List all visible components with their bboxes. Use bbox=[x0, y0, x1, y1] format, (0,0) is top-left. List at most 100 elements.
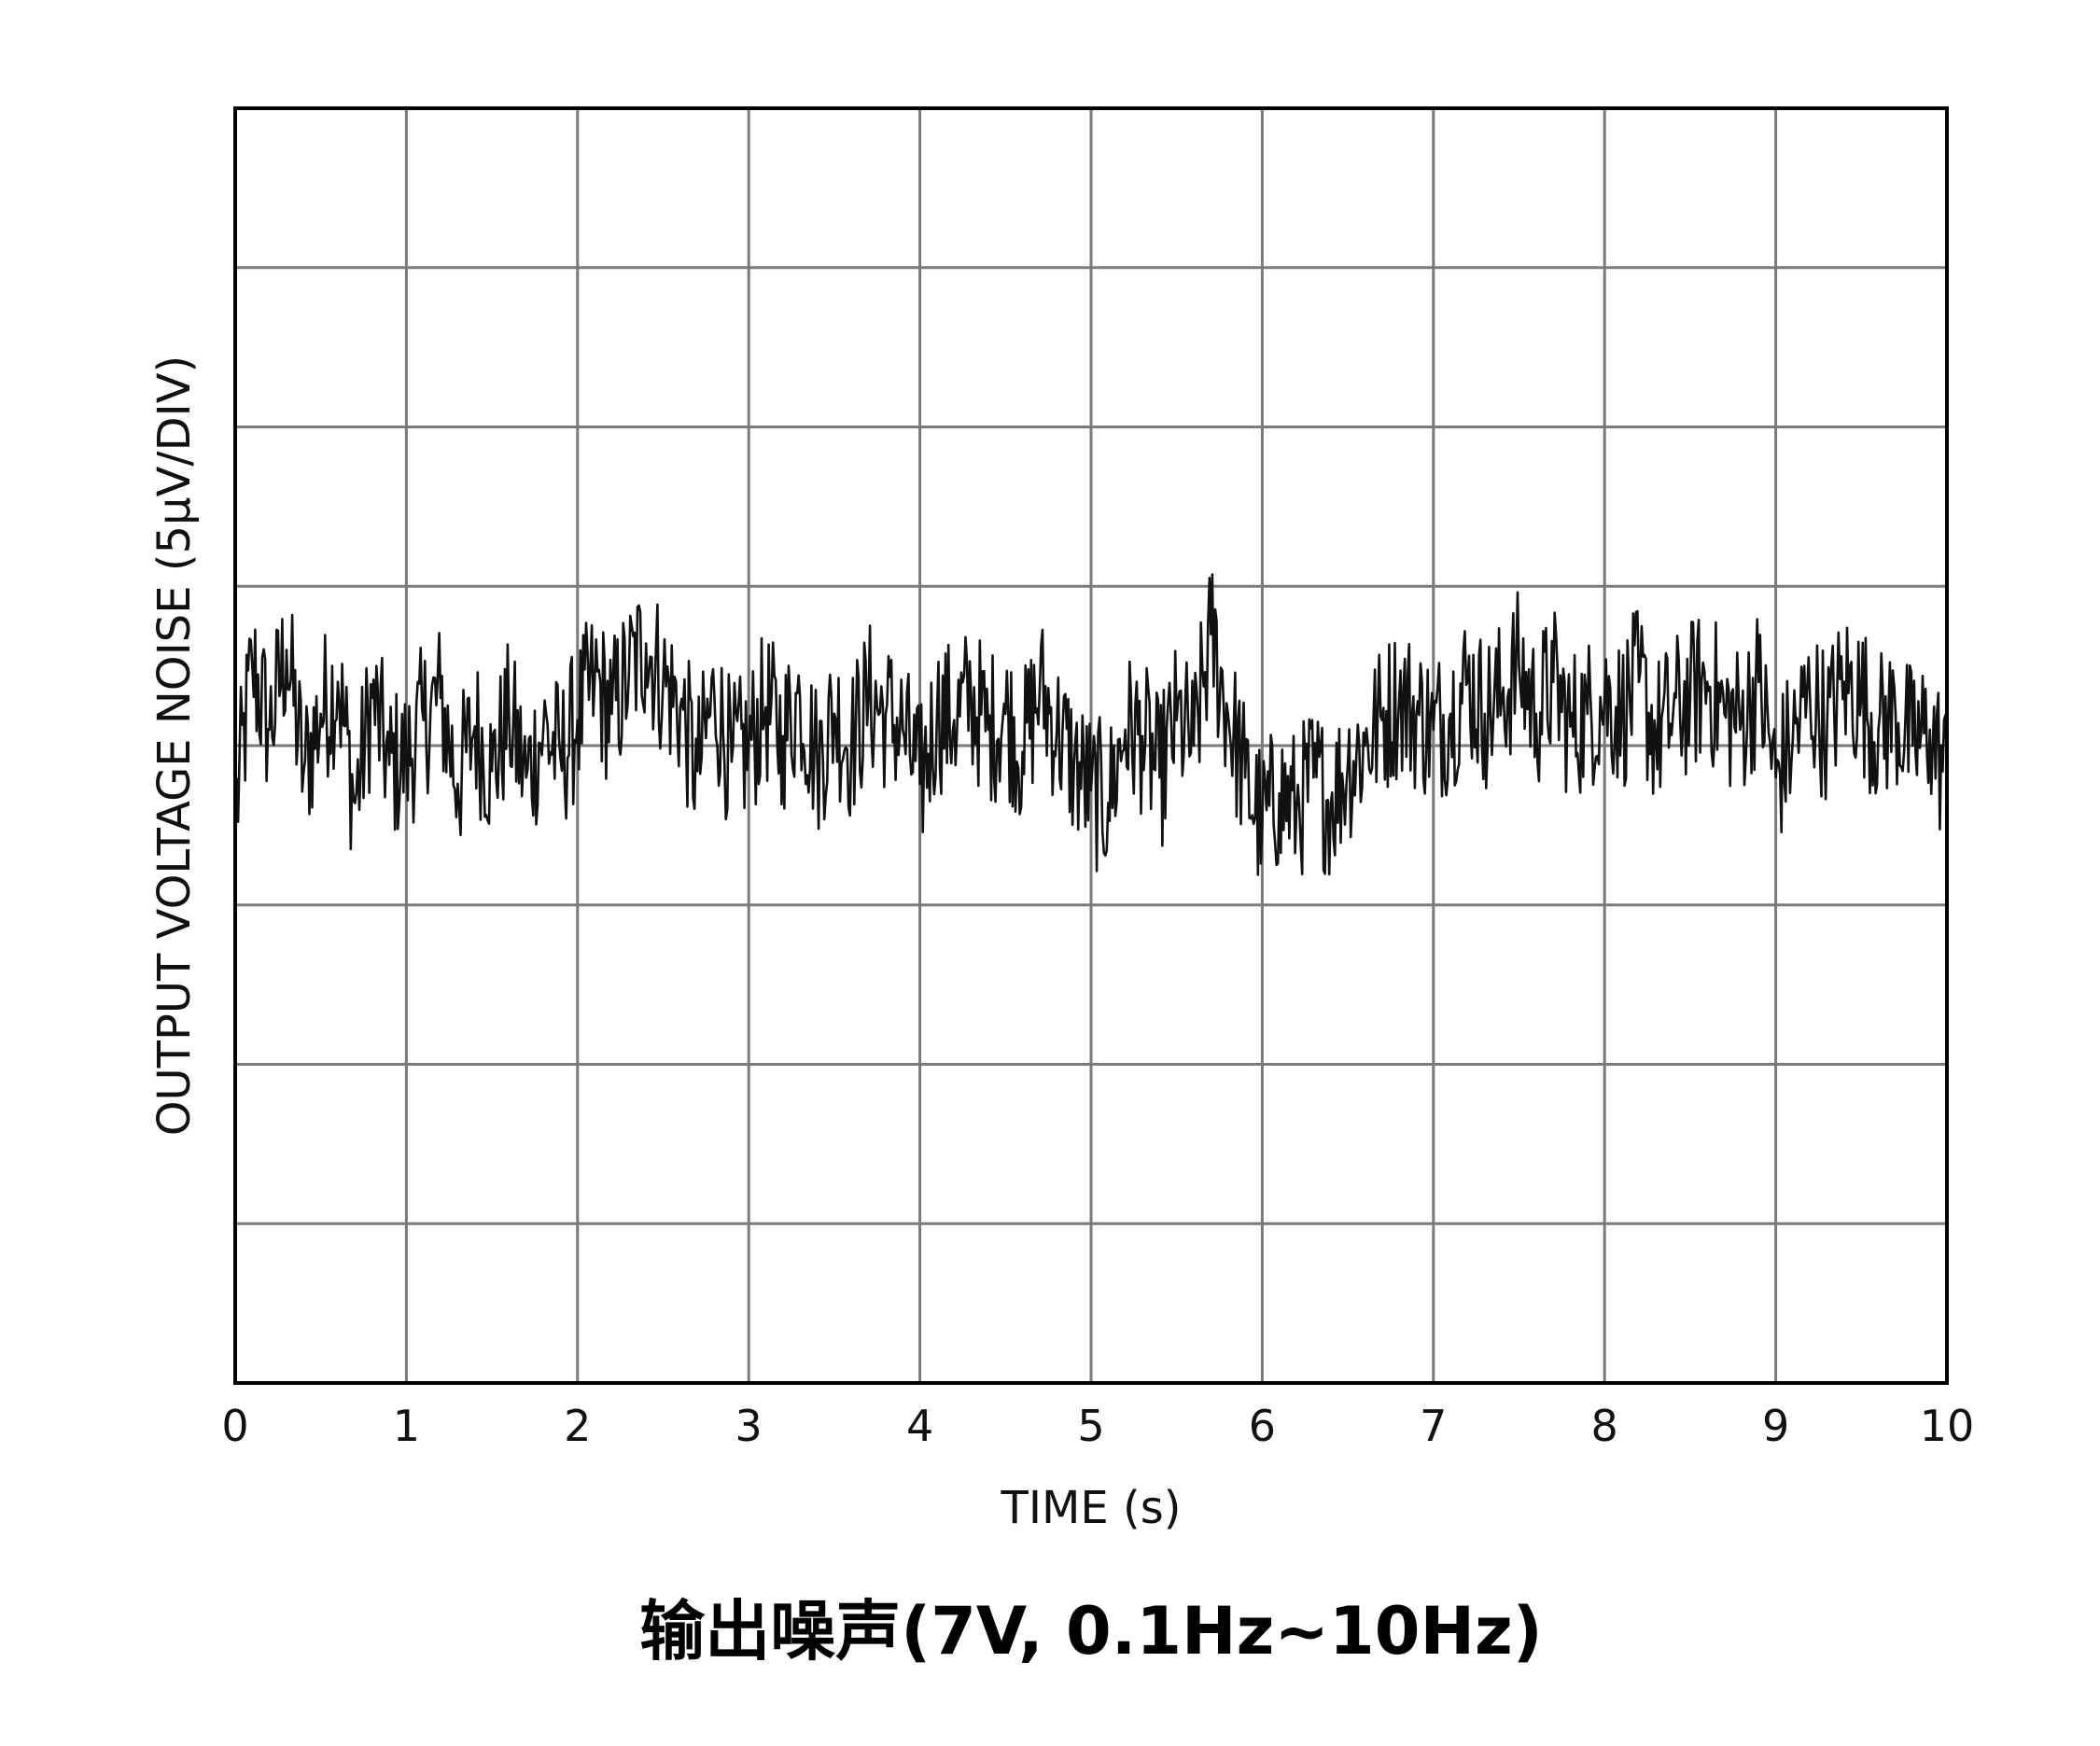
data-point bbox=[1620, 712, 1623, 716]
data-point bbox=[1346, 763, 1350, 766]
data-point bbox=[1654, 734, 1658, 738]
data-point bbox=[987, 728, 990, 732]
data-point bbox=[1380, 719, 1384, 721]
data-point bbox=[1877, 728, 1880, 732]
data-point bbox=[576, 719, 580, 721]
data-point bbox=[1518, 664, 1520, 667]
x-tick-label: 9 bbox=[1762, 1401, 1789, 1451]
data-point bbox=[1072, 763, 1075, 766]
noise-chart: 0 1 2 3 4 5 6 7 8 9 10 TIME (s) OUTPUT VOLTAGE NOI… bbox=[148, 106, 1974, 1669]
data-point bbox=[1603, 696, 1606, 700]
data-point bbox=[902, 728, 904, 732]
data-point bbox=[541, 728, 545, 732]
x-tick-label: 2 bbox=[564, 1401, 591, 1451]
x-tick-label: 6 bbox=[1249, 1401, 1276, 1451]
data-point bbox=[764, 705, 767, 709]
data-point bbox=[354, 802, 357, 804]
data-point bbox=[713, 696, 716, 700]
data-point bbox=[1637, 680, 1641, 683]
data-point bbox=[1124, 728, 1127, 732]
data-point bbox=[1911, 744, 1914, 747]
data-point bbox=[1534, 712, 1538, 716]
x-tick-label: 0 bbox=[221, 1401, 248, 1451]
data-point bbox=[1705, 680, 1709, 683]
data-point bbox=[1449, 712, 1452, 716]
data-point bbox=[1243, 775, 1247, 779]
data-point bbox=[918, 782, 921, 786]
data-point bbox=[1809, 696, 1812, 700]
data-point bbox=[610, 712, 613, 716]
data-point bbox=[336, 680, 340, 683]
data-point bbox=[1774, 775, 1777, 779]
x-axis-title: TIME (s) bbox=[1001, 1482, 1182, 1534]
data-point bbox=[935, 712, 939, 716]
data-point bbox=[1791, 737, 1795, 741]
data-point bbox=[1364, 744, 1366, 747]
data-point bbox=[387, 763, 391, 766]
data-point bbox=[1466, 680, 1469, 683]
y-axis-title: OUTPUT VOLTAGE NOISE (5µV/DIV) bbox=[148, 356, 201, 1137]
data-point bbox=[1688, 696, 1692, 700]
data-point bbox=[627, 674, 631, 677]
data-point bbox=[798, 696, 802, 700]
data-point bbox=[1004, 712, 1007, 716]
data-point bbox=[1192, 744, 1196, 747]
data-point bbox=[268, 728, 272, 732]
x-tick-label: 1 bbox=[393, 1401, 420, 1451]
data-point bbox=[456, 782, 459, 786]
data-point bbox=[970, 696, 973, 700]
data-point bbox=[695, 770, 699, 773]
x-tick-label: 8 bbox=[1591, 1401, 1618, 1451]
x-tick-label: 3 bbox=[735, 1401, 763, 1451]
data-point bbox=[1757, 680, 1760, 683]
data-point bbox=[867, 696, 870, 700]
data-point bbox=[849, 744, 853, 747]
data-point bbox=[285, 649, 288, 651]
data-point bbox=[593, 680, 596, 683]
data-point bbox=[1056, 728, 1058, 732]
data-point bbox=[953, 719, 956, 721]
data-point bbox=[371, 696, 374, 700]
data-point bbox=[1107, 802, 1110, 804]
data-point bbox=[1894, 712, 1897, 716]
x-tick-label: 4 bbox=[906, 1401, 933, 1451]
data-point bbox=[1261, 824, 1264, 827]
data-point bbox=[405, 760, 408, 763]
data-point bbox=[490, 770, 494, 773]
data-point bbox=[439, 696, 442, 700]
data-point bbox=[730, 760, 734, 763]
data-point bbox=[1312, 775, 1315, 779]
data-point bbox=[1415, 712, 1418, 716]
data-point bbox=[525, 775, 528, 779]
data-point bbox=[1141, 734, 1144, 738]
data-point bbox=[1329, 802, 1333, 804]
data-point bbox=[1826, 725, 1828, 728]
data-point bbox=[473, 725, 477, 728]
data-point bbox=[833, 712, 836, 716]
data-point bbox=[1500, 696, 1504, 700]
data-point bbox=[1210, 633, 1212, 636]
data-point bbox=[1842, 680, 1846, 683]
data-point bbox=[1089, 789, 1093, 792]
data-point bbox=[816, 760, 819, 763]
data-point bbox=[422, 719, 426, 721]
data-point bbox=[1432, 728, 1435, 732]
data-point bbox=[1569, 725, 1572, 728]
data-point bbox=[1175, 719, 1178, 721]
data-point bbox=[1672, 712, 1674, 716]
data-point bbox=[508, 716, 511, 719]
data-point bbox=[1723, 712, 1726, 716]
data-point bbox=[1397, 696, 1401, 700]
data-point bbox=[251, 664, 254, 667]
data-point bbox=[884, 712, 888, 716]
data-point bbox=[644, 642, 648, 645]
data-point bbox=[1021, 750, 1024, 754]
chart-caption: 输出噪声(7V, 0.1Hz~10Hz) bbox=[639, 1593, 1543, 1669]
data-point bbox=[1158, 775, 1161, 779]
data-point bbox=[1740, 719, 1743, 721]
data-point bbox=[1038, 687, 1042, 690]
data-point bbox=[662, 680, 665, 683]
data-point bbox=[781, 734, 785, 738]
data-point bbox=[1295, 808, 1298, 811]
data-point bbox=[1278, 791, 1281, 795]
